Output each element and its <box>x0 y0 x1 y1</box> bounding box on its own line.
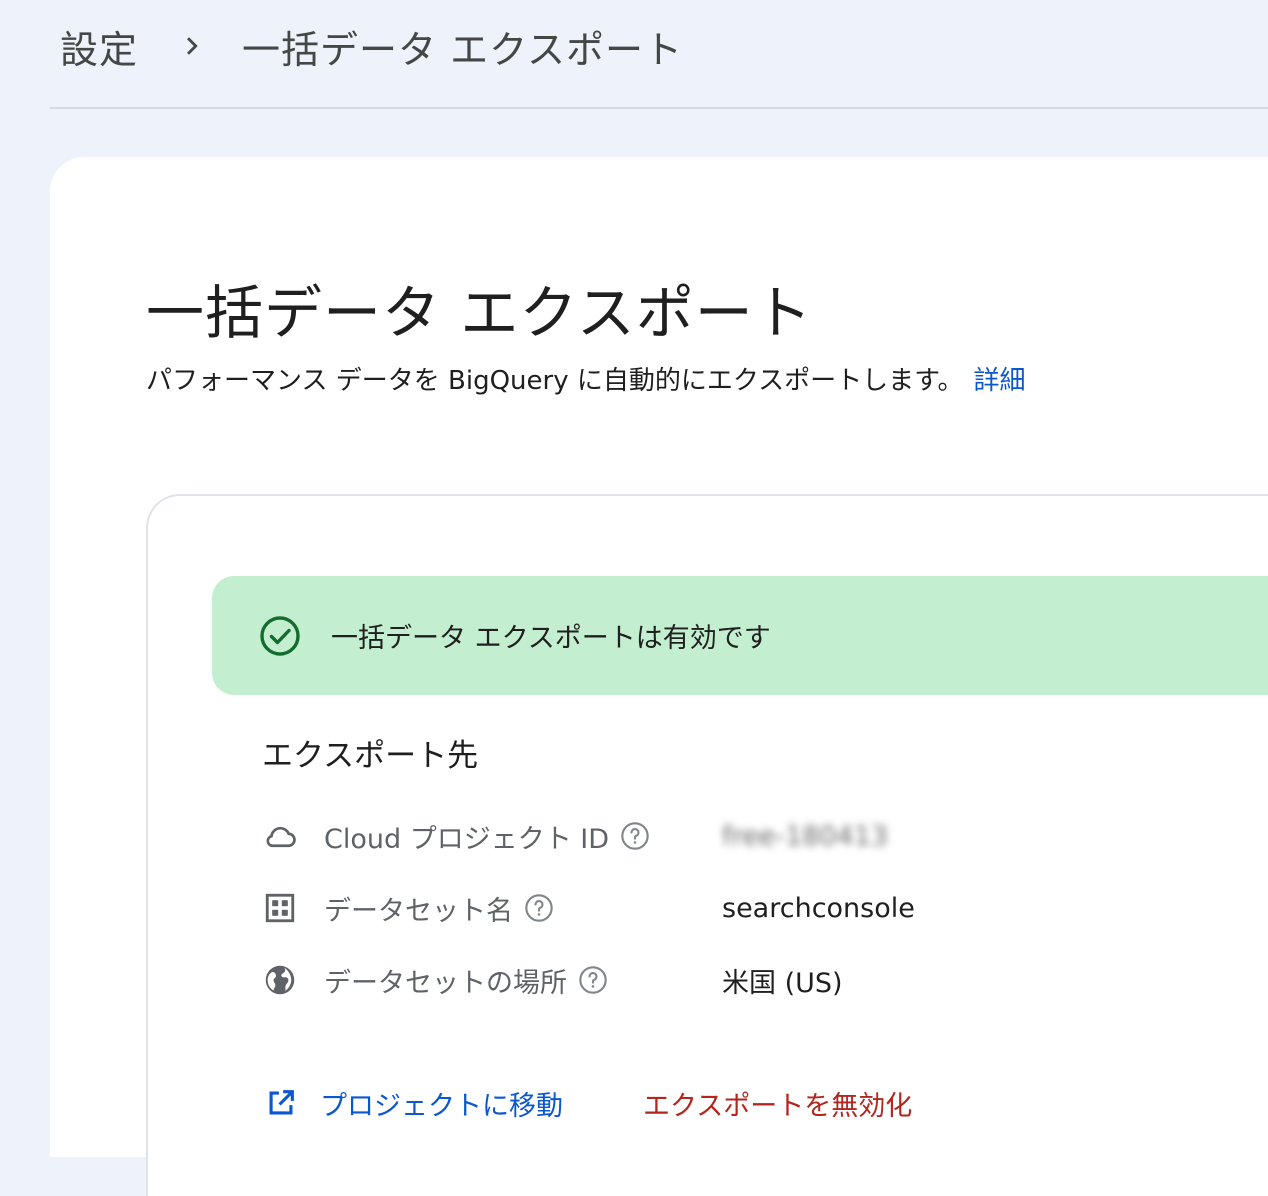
card-actions: プロジェクトに移動 エクスポートを無効化 <box>264 1080 912 1126</box>
dataset-location-label: データセットの場所 <box>324 967 567 999</box>
destination-title: エクスポート先 <box>262 738 479 774</box>
row-dataset-name: データセット名 searchconsole <box>262 886 1162 930</box>
breadcrumb-settings-link[interactable]: 設定 <box>60 19 138 74</box>
globe-icon <box>262 962 298 998</box>
page-subtitle: パフォーマンス データを BigQuery に自動的にエクスポートします。 詳細 <box>146 360 1026 397</box>
go-to-project-button[interactable]: プロジェクトに移動 <box>264 1084 563 1123</box>
dataset-name-label: データセット名 <box>324 895 513 927</box>
disable-export-button[interactable]: エクスポートを無効化 <box>643 1084 912 1123</box>
help-icon[interactable] <box>577 964 609 996</box>
cloud-icon <box>262 818 298 854</box>
chevron-right-icon <box>172 26 212 66</box>
status-banner: 一括データ エクスポートは有効です <box>212 576 1268 695</box>
cloud-project-id-value: free-180413 <box>722 820 889 852</box>
breadcrumb: 設定 一括データ エクスポート <box>60 18 683 74</box>
help-icon[interactable] <box>619 820 651 852</box>
learn-more-link[interactable]: 詳細 <box>973 366 1025 396</box>
subtitle-text: パフォーマンス データを BigQuery に自動的にエクスポートします。 <box>146 366 964 396</box>
dataset-grid-icon <box>262 890 298 926</box>
row-cloud-project-id: Cloud プロジェクト ID free-180413 <box>262 814 1162 858</box>
page-title: 一括データ エクスポート <box>146 279 813 347</box>
breadcrumb-current: 一括データ エクスポート <box>242 27 683 72</box>
open-in-new-icon <box>264 1086 298 1120</box>
cloud-project-id-label: Cloud プロジェクト ID <box>324 823 610 855</box>
dataset-name-value: searchconsole <box>722 892 915 924</box>
status-text: 一括データ エクスポートは有効です <box>331 623 771 654</box>
dataset-location-value: 米国 (US) <box>722 967 843 999</box>
header-divider <box>50 107 1268 109</box>
check-circle-icon <box>259 615 301 657</box>
go-to-project-label: プロジェクトに移動 <box>320 1090 563 1122</box>
row-dataset-location: データセットの場所 米国 (US) <box>262 958 1162 1002</box>
help-icon[interactable] <box>523 892 555 924</box>
